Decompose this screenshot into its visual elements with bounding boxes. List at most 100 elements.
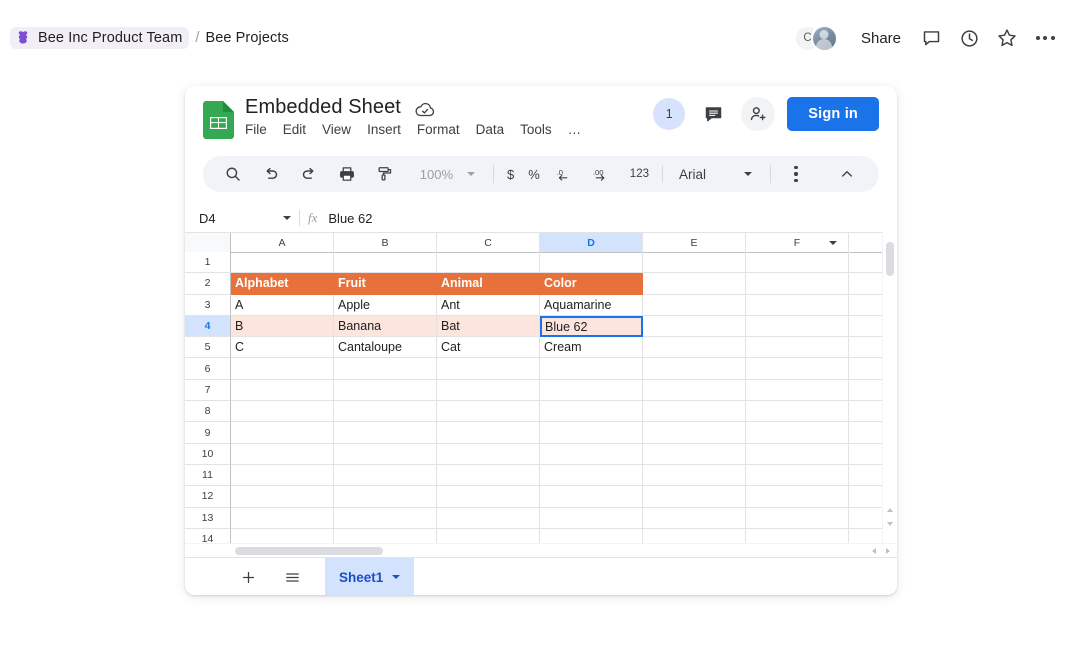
row-header-9[interactable]: 9 [185, 422, 231, 444]
scroll-down-icon[interactable] [883, 517, 897, 530]
cell-e6[interactable] [643, 358, 746, 380]
cell-f10[interactable] [746, 443, 849, 465]
cell-b12[interactable] [334, 486, 437, 508]
scroll-up-icon[interactable] [883, 503, 897, 516]
cell-b13[interactable] [334, 507, 437, 529]
cell-c10[interactable] [437, 443, 540, 465]
row-header-2[interactable]: 2 [185, 273, 231, 295]
horizontal-scrollbar-track[interactable] [231, 544, 867, 558]
cell-b10[interactable] [334, 443, 437, 465]
breadcrumb-team-chip[interactable]: Bee Inc Product Team [10, 27, 190, 49]
share-button[interactable]: Share [852, 24, 910, 53]
cell-b7[interactable] [334, 379, 437, 402]
row-header-7[interactable]: 7 [185, 379, 231, 402]
scroll-right-icon[interactable] [881, 544, 894, 558]
menu-item-edit[interactable]: Edit [283, 122, 306, 137]
sheet-tab-sheet1[interactable]: Sheet1 [325, 558, 415, 595]
cell-a4[interactable]: B [231, 315, 334, 338]
cell-b8[interactable] [334, 401, 437, 423]
column-header-f[interactable]: F [746, 233, 849, 252]
cell-b1[interactable] [334, 252, 437, 274]
menu-item-data[interactable]: Data [476, 122, 505, 137]
cell-f9[interactable] [746, 422, 849, 444]
menu-item-format[interactable]: Format [417, 122, 460, 137]
cell-d9[interactable] [540, 422, 643, 444]
row-header-8[interactable]: 8 [185, 401, 231, 423]
avatar[interactable] [810, 24, 838, 52]
cell-e7[interactable] [643, 379, 746, 402]
cell-c8[interactable] [437, 401, 540, 423]
cell-f3[interactable] [746, 294, 849, 316]
cell-f14[interactable] [746, 528, 849, 544]
cell-a12[interactable] [231, 486, 334, 508]
name-box-dropdown-icon[interactable] [283, 216, 291, 220]
cell-e1[interactable] [643, 252, 746, 274]
font-dropdown-icon[interactable] [744, 172, 752, 176]
row-header-11[interactable]: 11 [185, 464, 231, 487]
all-sheets-icon[interactable] [277, 562, 307, 592]
number-format-button[interactable]: 123 [623, 161, 656, 187]
menu-item-insert[interactable]: Insert [367, 122, 401, 137]
select-all-corner[interactable] [185, 233, 231, 252]
column-header-a[interactable]: A [231, 233, 334, 252]
currency-format-button[interactable]: $ [500, 161, 521, 187]
menu-item-tools[interactable]: Tools [520, 122, 552, 137]
cell-e14[interactable] [643, 528, 746, 544]
decimal-increase-icon[interactable]: .00 [590, 160, 618, 188]
paint-format-icon[interactable] [371, 160, 399, 188]
cell-c9[interactable] [437, 422, 540, 444]
cell-e13[interactable] [643, 507, 746, 529]
cell-a11[interactable] [231, 464, 334, 487]
comment-icon[interactable] [914, 21, 948, 55]
row-header-14[interactable]: 14 [185, 528, 231, 544]
cell-b9[interactable] [334, 422, 437, 444]
font-family-selector[interactable]: Arial [669, 167, 716, 182]
more-options-icon[interactable] [782, 160, 810, 188]
cell-e8[interactable] [643, 401, 746, 423]
sheet-tab-chevron-down-icon[interactable] [392, 575, 401, 579]
cell-f8[interactable] [746, 401, 849, 423]
cell-d10[interactable] [540, 443, 643, 465]
column-header-c[interactable]: C [437, 233, 540, 252]
cell-a9[interactable] [231, 422, 334, 444]
menu-item-file[interactable]: File [245, 122, 267, 137]
cell-b5[interactable]: Cantaloupe [334, 337, 437, 359]
cell-d8[interactable] [540, 401, 643, 423]
cell-d2[interactable]: Color [540, 273, 643, 295]
add-person-icon[interactable] [741, 97, 776, 131]
cell-d6[interactable] [540, 358, 643, 380]
cell-c12[interactable] [437, 486, 540, 508]
cell-b3[interactable]: Apple [334, 294, 437, 316]
name-box[interactable]: D4 [199, 206, 295, 230]
cell-a13[interactable] [231, 507, 334, 529]
row-header-3[interactable]: 3 [185, 294, 231, 316]
cell-a10[interactable] [231, 443, 334, 465]
star-icon[interactable] [990, 21, 1024, 55]
horizontal-scrollbar-thumb[interactable] [235, 547, 383, 555]
history-clock-icon[interactable] [952, 21, 986, 55]
cell-b6[interactable] [334, 358, 437, 380]
cell-a5[interactable]: C [231, 337, 334, 359]
comment-icon[interactable] [697, 98, 729, 130]
cell-d7[interactable] [540, 379, 643, 402]
cell-f11[interactable] [746, 464, 849, 487]
column-header-d[interactable]: D [540, 233, 643, 252]
cell-c14[interactable] [437, 528, 540, 544]
menu-item-view[interactable]: View [322, 122, 351, 137]
search-icon[interactable] [219, 160, 247, 188]
cell-f1[interactable] [746, 252, 849, 274]
cell-c4[interactable]: Bat [437, 315, 540, 338]
print-icon[interactable] [333, 160, 361, 188]
cell-f5[interactable] [746, 337, 849, 359]
add-sheet-icon[interactable] [233, 562, 263, 592]
cell-f6[interactable] [746, 358, 849, 380]
cell-e12[interactable] [643, 486, 746, 508]
row-header-1[interactable]: 1 [185, 252, 231, 274]
scroll-left-icon[interactable] [867, 544, 880, 558]
cell-e4[interactable] [643, 315, 746, 338]
row-header-13[interactable]: 13 [185, 507, 231, 529]
collapse-toolbar-icon[interactable] [833, 160, 861, 188]
cell-e3[interactable] [643, 294, 746, 316]
menu-overflow-icon[interactable]: … [568, 122, 583, 137]
breadcrumb-project-label[interactable]: Bee Projects [205, 30, 288, 46]
